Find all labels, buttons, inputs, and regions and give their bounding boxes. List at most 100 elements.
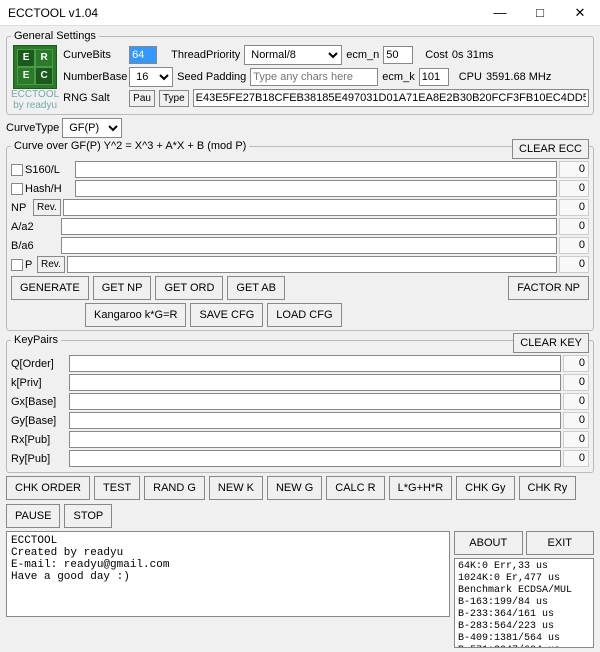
ecm-k-input[interactable]	[419, 68, 449, 86]
threadpriority-select[interactable]: Normal/8	[244, 45, 342, 65]
maximize-button[interactable]: □	[520, 0, 560, 26]
new-g-button[interactable]: NEW G	[267, 476, 322, 500]
p-rev-button[interactable]: Rev.	[37, 256, 65, 273]
type-button[interactable]: Type	[159, 90, 189, 107]
calc-r-button[interactable]: CALC R	[326, 476, 384, 500]
info-textarea[interactable]: ECCTOOL Created by readyu E-mail: readyu…	[6, 531, 450, 617]
get-ab-button[interactable]: GET AB	[227, 276, 285, 300]
q-label: Q[Order]	[11, 358, 67, 370]
factor-np-button[interactable]: FACTOR NP	[508, 276, 589, 300]
p-checkbox[interactable]	[11, 259, 23, 271]
s160-checkbox[interactable]	[11, 164, 23, 176]
np-val: 0	[559, 199, 589, 216]
np-label: NP	[11, 202, 31, 214]
gy-label: Gy[Base]	[11, 415, 67, 427]
chk-order-button[interactable]: CHK ORDER	[6, 476, 90, 500]
logo-sub: ECCTOOL	[11, 89, 59, 100]
p-input[interactable]	[67, 256, 557, 273]
curvetype-label: CurveType	[6, 122, 59, 134]
window-controls: — □ ✕	[480, 0, 600, 26]
a-val: 0	[559, 218, 589, 235]
threadpriority-label: ThreadPriority	[171, 49, 240, 61]
np-rev-button[interactable]: Rev.	[33, 199, 61, 216]
rand-g-button[interactable]: RAND G	[144, 476, 205, 500]
keypairs-group: KeyPairs CLEAR KEY Q[Order]0 k[Priv]0 Gx…	[6, 334, 594, 473]
load-cfg-button[interactable]: LOAD CFG	[267, 303, 341, 327]
gy-input[interactable]	[69, 412, 561, 429]
numberbase-label: NumberBase	[63, 71, 125, 83]
rngsalt-label: RNG Salt	[63, 92, 125, 104]
author-label: by readyu	[13, 100, 57, 111]
cpu-value: 3591.68 MHz	[486, 71, 551, 83]
q-input[interactable]	[69, 355, 561, 372]
gx-val: 0	[563, 393, 589, 410]
k-input[interactable]	[69, 374, 561, 391]
hash-input[interactable]	[75, 180, 557, 197]
general-settings-group: General Settings ER EC ECCTOOL by readyu…	[6, 30, 594, 115]
curvetype-select[interactable]: GF(P)	[62, 118, 122, 138]
get-np-button[interactable]: GET NP	[93, 276, 152, 300]
ry-label: Ry[Pub]	[11, 453, 67, 465]
b-label: B/a6	[11, 240, 59, 252]
np-input[interactable]	[63, 199, 557, 216]
log-textarea[interactable]: 64K:0 Err,33 us 1024K:0 Er,477 us Benchm…	[454, 558, 594, 648]
gx-input[interactable]	[69, 393, 561, 410]
about-button[interactable]: ABOUT	[454, 531, 523, 555]
chk-ry-button[interactable]: CHK Ry	[519, 476, 577, 500]
window-title: ECCTOOL v1.04	[8, 6, 480, 20]
numberbase-select[interactable]: 16	[129, 67, 173, 87]
b-input[interactable]	[61, 237, 557, 254]
s160-input[interactable]	[75, 161, 557, 178]
ecm-n-label: ecm_n	[346, 49, 379, 61]
rngsalt-hex-input[interactable]	[193, 89, 589, 107]
p-val: 0	[559, 256, 589, 273]
a-input[interactable]	[61, 218, 557, 235]
save-cfg-button[interactable]: SAVE CFG	[190, 303, 263, 327]
logo-area: ER EC ECCTOOL by readyu	[11, 45, 59, 111]
exit-button[interactable]: EXIT	[526, 531, 595, 555]
hash-label: Hash/H	[25, 183, 73, 195]
s160-val: 0	[559, 161, 589, 178]
cpu-label: CPU	[459, 71, 482, 83]
rx-label: Rx[Pub]	[11, 434, 67, 446]
gy-val: 0	[563, 412, 589, 429]
app-logo: ER EC	[13, 45, 57, 89]
ecm-k-label: ecm_k	[382, 71, 414, 83]
ecm-n-input[interactable]	[383, 46, 413, 64]
generate-button[interactable]: GENERATE	[11, 276, 89, 300]
pau-button[interactable]: Pau	[129, 90, 155, 107]
gx-label: Gx[Base]	[11, 396, 67, 408]
curvebits-input[interactable]	[129, 46, 157, 64]
seedpadding-label: Seed Padding	[177, 71, 246, 83]
hash-val: 0	[559, 180, 589, 197]
stop-button[interactable]: STOP	[64, 504, 112, 528]
curve-group: Curve over GF(P) Y^2 = X^3 + A*X + B (mo…	[6, 140, 594, 331]
ry-val: 0	[563, 450, 589, 467]
p-label: P	[25, 259, 35, 271]
clear-key-button[interactable]: CLEAR KEY	[513, 333, 589, 353]
curvebits-label: CurveBits	[63, 49, 125, 61]
k-label: k[Priv]	[11, 377, 67, 389]
k-val: 0	[563, 374, 589, 391]
rx-val: 0	[563, 431, 589, 448]
q-val: 0	[563, 355, 589, 372]
seedpadding-input[interactable]	[250, 68, 378, 86]
pause-button[interactable]: PAUSE	[6, 504, 60, 528]
s160-label: S160/L	[25, 164, 73, 176]
new-k-button[interactable]: NEW K	[209, 476, 263, 500]
lgh-button[interactable]: L*G+H*R	[389, 476, 453, 500]
close-button[interactable]: ✕	[560, 0, 600, 26]
test-button[interactable]: TEST	[94, 476, 140, 500]
minimize-button[interactable]: —	[480, 0, 520, 26]
get-ord-button[interactable]: GET ORD	[155, 276, 223, 300]
b-val: 0	[559, 237, 589, 254]
kangaroo-button[interactable]: Kangaroo k*G=R	[85, 303, 186, 327]
hash-checkbox[interactable]	[11, 183, 23, 195]
clear-ecc-button[interactable]: CLEAR ECC	[512, 139, 589, 159]
curve-legend: Curve over GF(P) Y^2 = X^3 + A*X + B (mo…	[11, 140, 249, 152]
ry-input[interactable]	[69, 450, 561, 467]
chk-gy-button[interactable]: CHK Gy	[456, 476, 514, 500]
general-legend: General Settings	[11, 30, 99, 42]
cost-value: 0s 31ms	[452, 49, 494, 61]
rx-input[interactable]	[69, 431, 561, 448]
